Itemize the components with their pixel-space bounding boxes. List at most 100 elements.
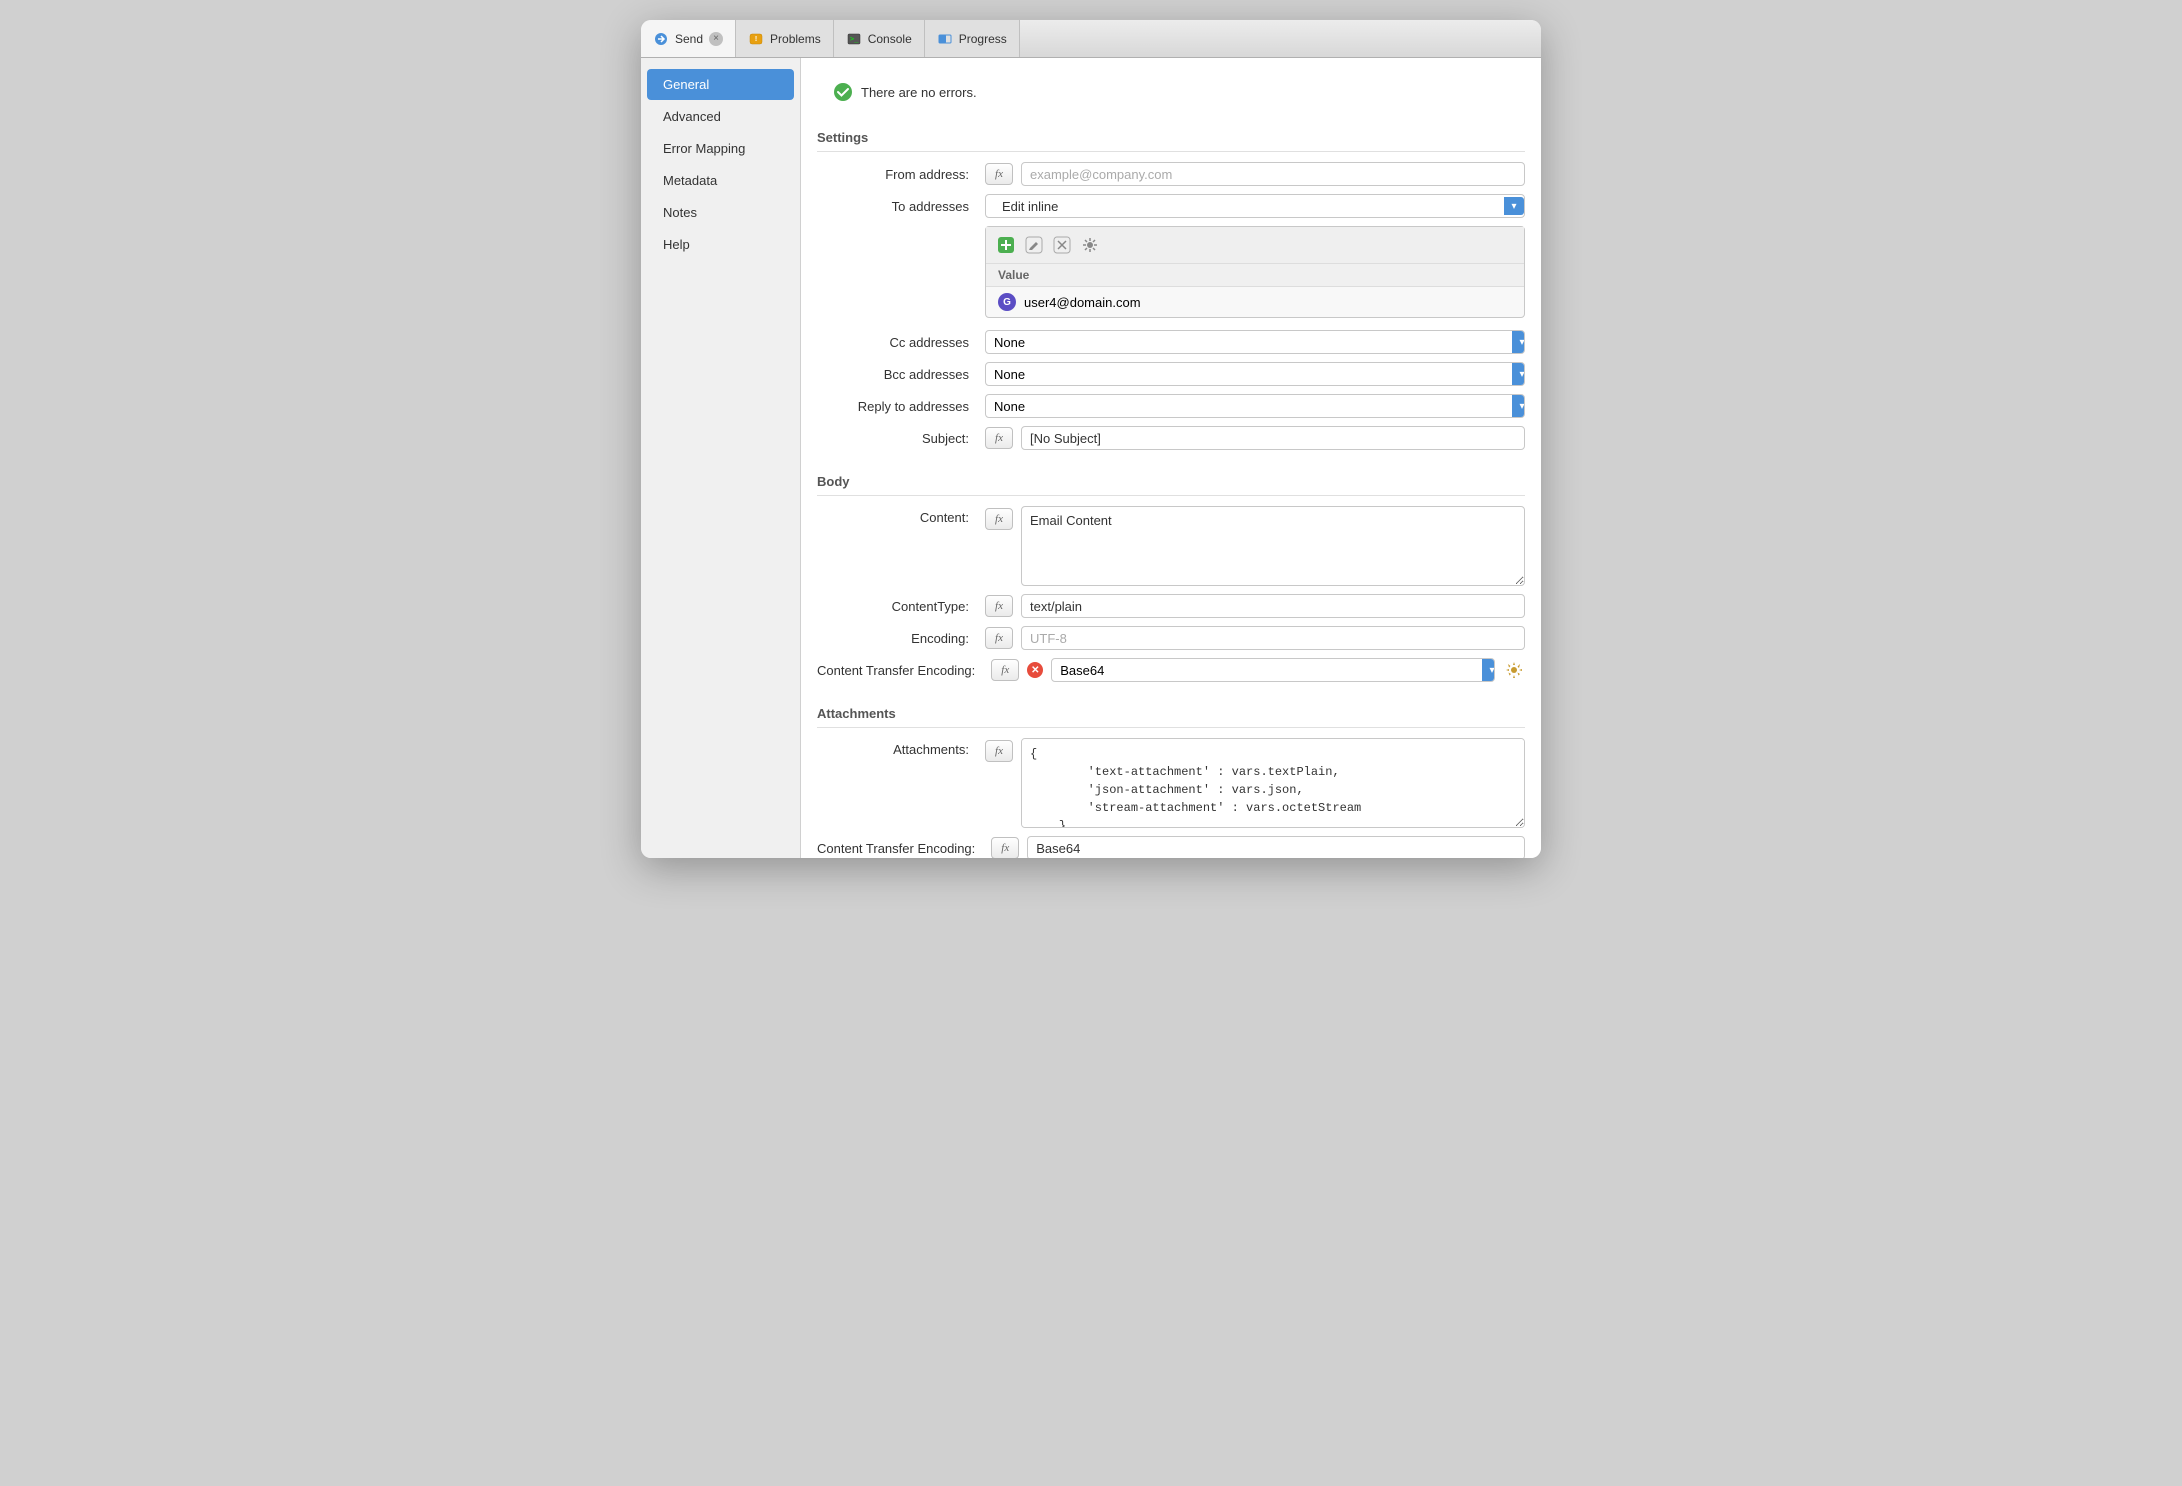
titlebar: Send × ! Problems >_ Console: [641, 20, 1541, 58]
cc-addresses-value: None: [986, 335, 1512, 350]
attachments-transfer-encoding-input[interactable]: [1027, 836, 1525, 858]
sidebar-item-advanced[interactable]: Advanced: [647, 101, 794, 132]
application-window: Send × ! Problems >_ Console: [641, 20, 1541, 858]
content-row: Content: fx Email Content: [817, 506, 1525, 586]
encoding-fx-button[interactable]: fx: [985, 627, 1013, 649]
reply-to-value: None: [986, 399, 1512, 414]
content-textarea[interactable]: Email Content: [1021, 506, 1525, 586]
send-icon: [653, 31, 669, 47]
transfer-encoding-arrow[interactable]: ▾: [1482, 659, 1495, 681]
main-content: General Advanced Error Mapping Metadata …: [641, 58, 1541, 858]
cc-addresses-arrow[interactable]: ▾: [1512, 331, 1525, 353]
transfer-encoding-select[interactable]: Base64 ▾: [1051, 658, 1495, 682]
subject-fx-button[interactable]: fx: [985, 427, 1013, 449]
sidebar: General Advanced Error Mapping Metadata …: [641, 58, 801, 858]
table-row: G user4@domain.com: [986, 287, 1524, 317]
status-message: There are no errors.: [861, 85, 977, 100]
attachments-label: Attachments:: [817, 738, 977, 757]
sidebar-item-help[interactable]: Help: [647, 229, 794, 260]
to-addresses-arrow[interactable]: ▾: [1504, 197, 1524, 215]
sidebar-item-general[interactable]: General: [647, 69, 794, 100]
bcc-addresses-row: Bcc addresses None ▾: [817, 362, 1525, 386]
svg-text:>_: >_: [850, 35, 859, 43]
encoding-row: Encoding: fx: [817, 626, 1525, 650]
cc-addresses-label: Cc addresses: [817, 335, 977, 350]
from-address-row: From address: fx: [817, 162, 1525, 186]
attachments-transfer-encoding-label: Content Transfer Encoding:: [817, 841, 983, 856]
encoding-label: Encoding:: [817, 631, 977, 646]
tab-send[interactable]: Send ×: [641, 20, 736, 57]
to-addresses-select[interactable]: Edit inline ▾: [985, 194, 1525, 218]
edit-address-button[interactable]: [1022, 233, 1046, 257]
transfer-encoding-gear-icon[interactable]: [1503, 659, 1525, 681]
content-fx-button[interactable]: fx: [985, 508, 1013, 530]
cc-addresses-row: Cc addresses None ▾: [817, 330, 1525, 354]
tab-send-label: Send: [675, 32, 703, 46]
from-address-label: From address:: [817, 167, 977, 182]
email-value: user4@domain.com: [1024, 295, 1141, 310]
attachments-section: Attachments Attachments: fx { 'text-atta…: [817, 698, 1525, 858]
tab-problems-label: Problems: [770, 32, 821, 46]
content-label: Content:: [817, 506, 977, 525]
transfer-encoding-value: Base64: [1052, 663, 1482, 678]
encoding-input[interactable]: [1021, 626, 1525, 650]
content-type-fx-button[interactable]: fx: [985, 595, 1013, 617]
bcc-addresses-value: None: [986, 367, 1512, 382]
attachments-textarea[interactable]: { 'text-attachment' : vars.textPlain, 'j…: [1021, 738, 1525, 828]
svg-text:!: !: [755, 36, 757, 43]
progress-icon: [937, 31, 953, 47]
transfer-encoding-error-icon: ✕: [1027, 662, 1043, 678]
sidebar-item-metadata[interactable]: Metadata: [647, 165, 794, 196]
tab-progress[interactable]: Progress: [925, 20, 1020, 57]
subject-row: Subject: fx: [817, 426, 1525, 450]
bcc-addresses-label: Bcc addresses: [817, 367, 977, 382]
tab-problems[interactable]: ! Problems: [736, 20, 834, 57]
to-addresses-toolbar: [986, 227, 1524, 264]
transfer-encoding-row: Content Transfer Encoding: fx ✕ Base64 ▾: [817, 658, 1525, 682]
settings-address-button[interactable]: [1078, 233, 1102, 257]
reply-to-row: Reply to addresses None ▾: [817, 394, 1525, 418]
attachments-transfer-encoding-row: Content Transfer Encoding: fx: [817, 836, 1525, 858]
transfer-encoding-fx-button[interactable]: fx: [991, 659, 1019, 681]
tab-console[interactable]: >_ Console: [834, 20, 925, 57]
subject-input[interactable]: [1021, 426, 1525, 450]
problems-icon: !: [748, 31, 764, 47]
add-address-button[interactable]: [994, 233, 1018, 257]
body-section: Body Content: fx Email Content ContentTy…: [817, 466, 1525, 682]
bcc-addresses-arrow[interactable]: ▾: [1512, 363, 1525, 385]
status-bar: There are no errors.: [817, 74, 1525, 110]
content-type-input[interactable]: [1021, 594, 1525, 618]
to-addresses-row: To addresses Edit inline ▾: [817, 194, 1525, 218]
email-avatar: G: [998, 293, 1016, 311]
sidebar-item-notes[interactable]: Notes: [647, 197, 794, 228]
from-address-fx-button[interactable]: fx: [985, 163, 1013, 185]
subject-label: Subject:: [817, 431, 977, 446]
bcc-addresses-select[interactable]: None ▾: [985, 362, 1525, 386]
to-addresses-label: To addresses: [817, 199, 977, 214]
settings-section: Settings From address: fx To addresses E…: [817, 122, 1525, 450]
content-area: There are no errors. Settings From addre…: [801, 58, 1541, 858]
reply-to-select[interactable]: None ▾: [985, 394, 1525, 418]
tab-progress-label: Progress: [959, 32, 1007, 46]
transfer-encoding-label: Content Transfer Encoding:: [817, 663, 983, 678]
attachments-fx-button[interactable]: fx: [985, 740, 1013, 762]
content-type-label: ContentType:: [817, 599, 977, 614]
tab-close-button[interactable]: ×: [709, 32, 723, 46]
console-icon: >_: [846, 31, 862, 47]
tab-console-label: Console: [868, 32, 912, 46]
settings-title: Settings: [817, 122, 1525, 152]
success-icon: [833, 82, 853, 102]
attachments-title: Attachments: [817, 698, 1525, 728]
table-column-header: Value: [986, 264, 1524, 287]
content-type-row: ContentType: fx: [817, 594, 1525, 618]
body-title: Body: [817, 466, 1525, 496]
cc-addresses-select[interactable]: None ▾: [985, 330, 1525, 354]
reply-to-label: Reply to addresses: [817, 399, 977, 414]
reply-to-arrow[interactable]: ▾: [1512, 395, 1525, 417]
from-address-input[interactable]: [1021, 162, 1525, 186]
attachments-transfer-encoding-fx-button[interactable]: fx: [991, 837, 1019, 858]
delete-address-button[interactable]: [1050, 233, 1074, 257]
to-addresses-table: Value G user4@domain.com: [985, 226, 1525, 318]
to-addresses-value: Edit inline: [994, 199, 1504, 214]
sidebar-item-error-mapping[interactable]: Error Mapping: [647, 133, 794, 164]
